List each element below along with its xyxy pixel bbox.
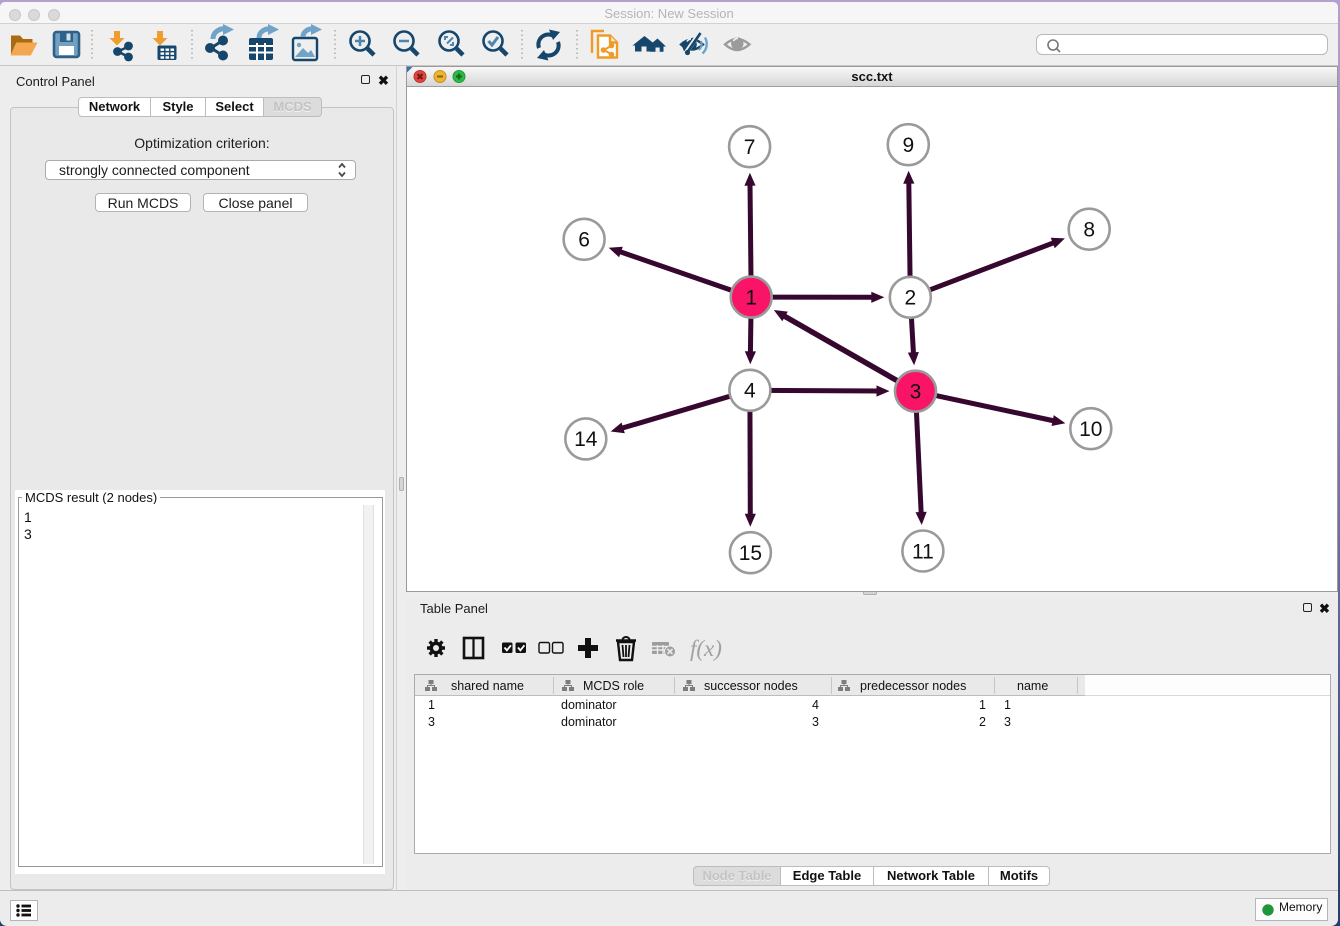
svg-text:dominator: dominator xyxy=(561,715,617,729)
svg-text:4: 4 xyxy=(812,698,819,712)
svg-text:15: 15 xyxy=(739,542,762,565)
svg-text:1: 1 xyxy=(745,286,757,309)
svg-text:3: 3 xyxy=(910,381,922,404)
svg-text:name: name xyxy=(1017,679,1048,693)
svg-text:8: 8 xyxy=(1083,219,1095,242)
svg-text:6: 6 xyxy=(578,229,590,252)
svg-text:predecessor nodes: predecessor nodes xyxy=(860,679,966,693)
svg-text:successor nodes: successor nodes xyxy=(704,679,798,693)
svg-text:7: 7 xyxy=(744,136,756,159)
svg-text:3: 3 xyxy=(1004,715,1011,729)
svg-text:10: 10 xyxy=(1079,418,1102,441)
svg-text:9: 9 xyxy=(902,134,914,157)
svg-text:2: 2 xyxy=(979,715,986,729)
svg-text:4: 4 xyxy=(744,380,756,403)
svg-text:3: 3 xyxy=(428,715,435,729)
svg-text:1: 1 xyxy=(428,698,435,712)
svg-text:MCDS role: MCDS role xyxy=(583,679,644,693)
svg-text:dominator: dominator xyxy=(561,698,617,712)
svg-text:1: 1 xyxy=(1004,698,1011,712)
svg-text:3: 3 xyxy=(812,715,819,729)
svg-text:f(x): f(x) xyxy=(690,636,722,661)
svg-text:11: 11 xyxy=(912,540,934,563)
svg-text:1: 1 xyxy=(979,698,986,712)
svg-text:shared name: shared name xyxy=(451,679,524,693)
svg-text:14: 14 xyxy=(574,428,598,451)
svg-text:2: 2 xyxy=(904,287,916,310)
